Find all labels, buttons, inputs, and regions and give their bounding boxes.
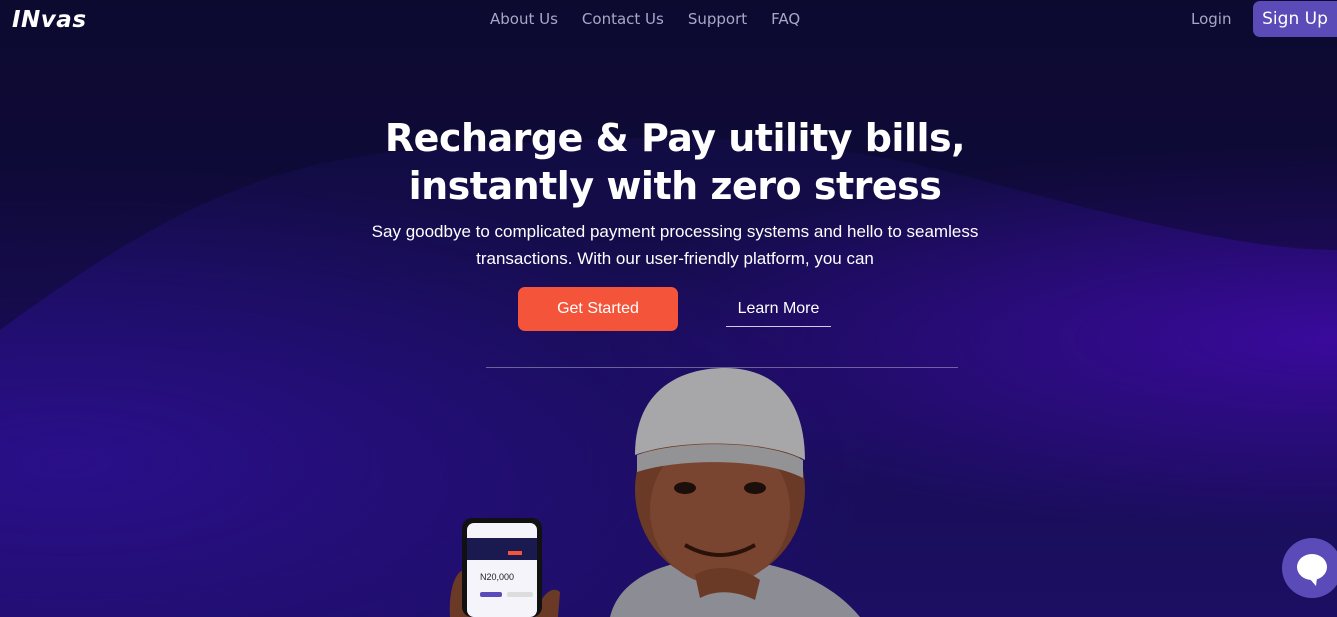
signup-button[interactable]: Sign Up [1253,1,1337,37]
learn-more-button[interactable]: Learn More [726,292,831,327]
nav-link-support[interactable]: Support [688,10,747,28]
hero-title: Recharge & Pay utility bills, instantly … [384,116,966,208]
nav-link-contact-us[interactable]: Contact Us [582,10,664,28]
login-link[interactable]: Login [1191,10,1231,28]
phone-balance: N20,000 [480,572,514,582]
get-started-button[interactable]: Get Started [518,287,678,331]
top-navigation: INvas About Us Contact Us Support FAQ Lo… [0,0,1337,38]
nav-links: About Us Contact Us Support FAQ [490,10,800,28]
nav-link-faq[interactable]: FAQ [771,10,800,28]
chat-widget-button[interactable] [1282,538,1337,598]
chat-bubble-icon [1297,554,1327,586]
nav-link-about-us[interactable]: About Us [490,10,558,28]
hero-person-with-phone-image: N20,000 [449,368,860,617]
hero-subtitle: Say goodbye to complicated payment proce… [371,222,979,268]
brand-logo[interactable]: INvas [12,7,87,33]
